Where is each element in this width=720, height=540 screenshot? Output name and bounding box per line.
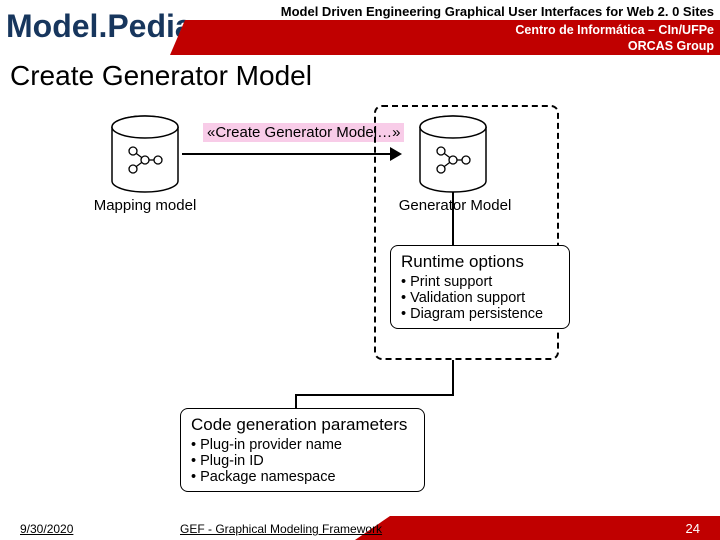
list-item: Print support [401, 274, 559, 290]
header-org2: ORCAS Group [185, 38, 714, 54]
footer-page-number: 24 [686, 521, 700, 536]
list-item: Plug-in ID [191, 453, 414, 469]
list-item: Validation support [401, 290, 559, 306]
connector-line [452, 192, 454, 245]
slide-title: Create Generator Model [10, 60, 312, 92]
arrow-line [182, 153, 392, 155]
header-accent-diagonal [170, 20, 185, 55]
footer-subtitle: GEF - Graphical Modeling Framework [180, 522, 382, 536]
header-title: Model Driven Engineering Graphical User … [281, 4, 714, 19]
header-org1: Centro de Informática – CIn/UFPe [185, 22, 714, 38]
codegen-list: Plug-in provider name Plug-in ID Package… [191, 437, 414, 485]
diagram: Mapping model «Create Generator Model…» … [90, 105, 630, 495]
header: Model.Pedia Model Driven Engineering Gra… [0, 0, 720, 55]
logo: Model.Pedia [6, 8, 193, 45]
runtime-options-box: Runtime options Print support Validation… [390, 245, 570, 329]
connector-line [452, 360, 454, 395]
runtime-list: Print support Validation support Diagram… [401, 274, 559, 322]
runtime-title: Runtime options [401, 252, 559, 272]
footer-accent [390, 516, 720, 540]
footer: 9/30/2020 GEF - Graphical Modeling Frame… [0, 516, 720, 540]
list-item: Plug-in provider name [191, 437, 414, 453]
connector-line [295, 394, 297, 409]
codegen-box: Code generation parameters Plug-in provi… [180, 408, 425, 492]
footer-date: 9/30/2020 [20, 522, 73, 536]
mapping-model-label: Mapping model [90, 197, 200, 214]
codegen-title: Code generation parameters [191, 415, 414, 435]
connector-line [295, 394, 454, 396]
graph-icon [125, 143, 165, 182]
list-item: Diagram persistence [401, 306, 559, 322]
header-accent-bar: Centro de Informática – CIn/UFPe ORCAS G… [185, 20, 720, 55]
list-item: Package namespace [191, 469, 414, 485]
